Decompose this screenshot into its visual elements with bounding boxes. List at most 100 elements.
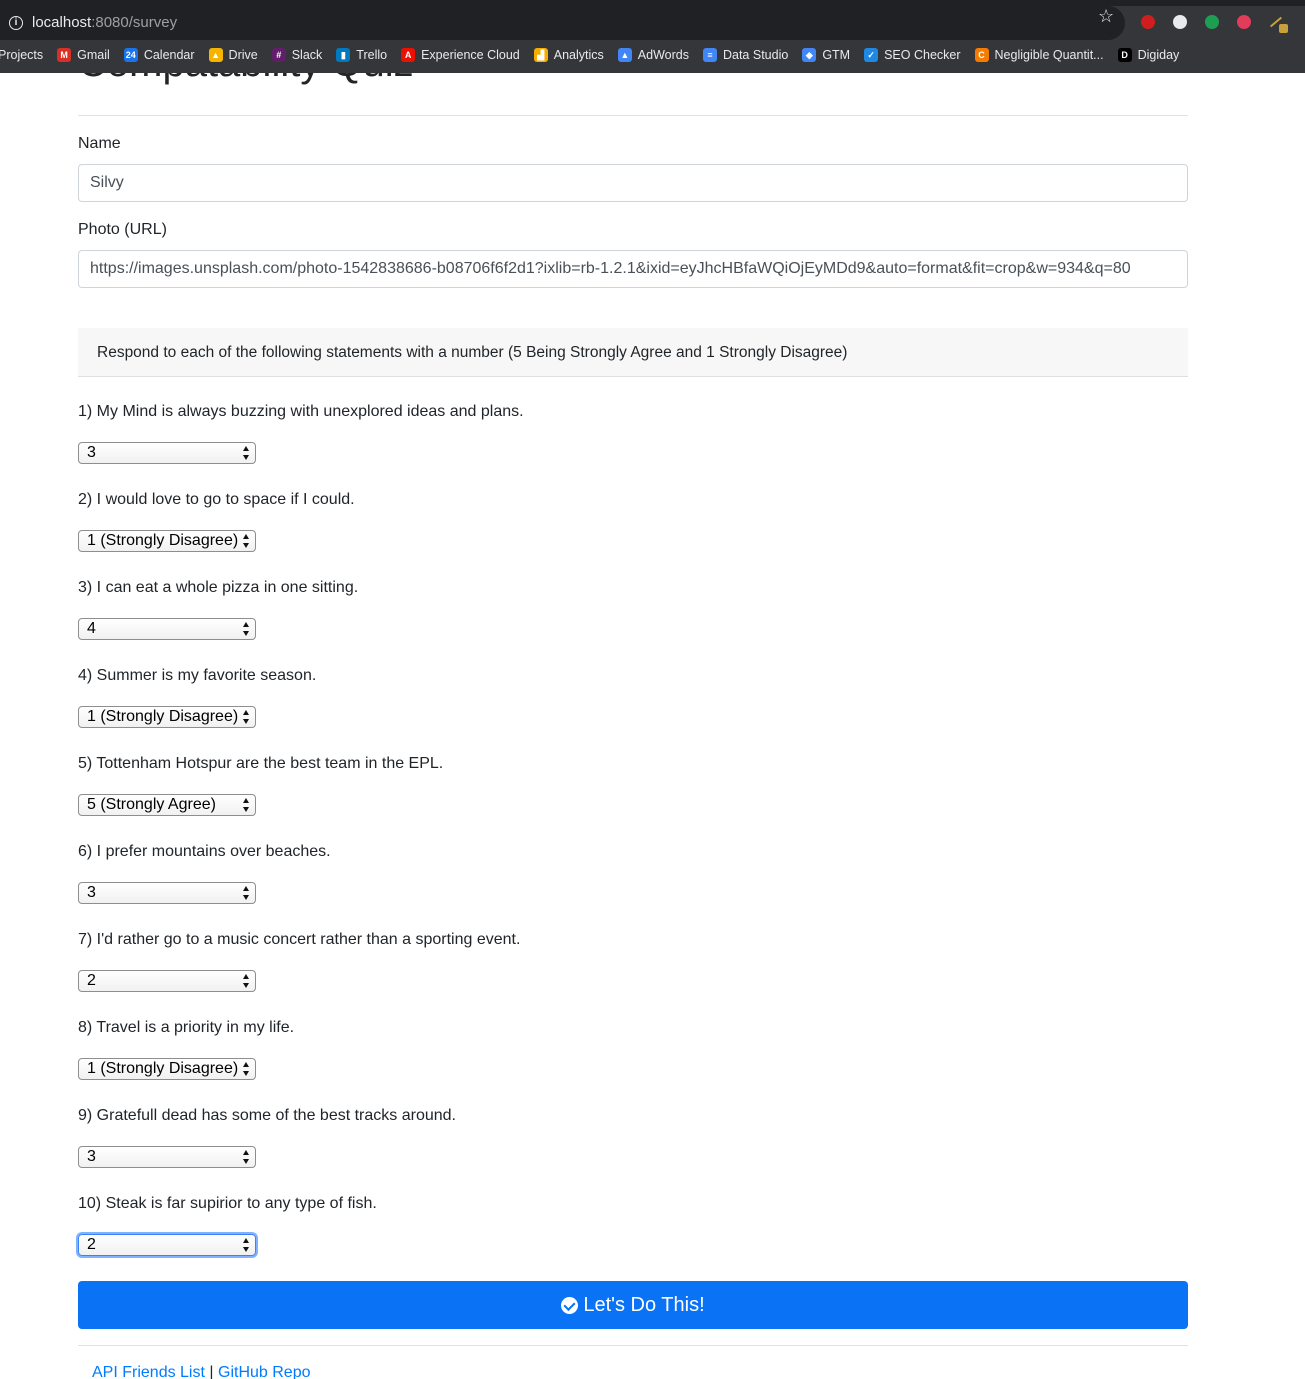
answer-value: 3: [87, 444, 96, 461]
survey-page: Compatability Quiz Name Photo (URL) Resp…: [0, 73, 1305, 1379]
bookmark-favicon-icon: ▟: [533, 48, 548, 62]
question-text: 9) Gratefull dead has some of the best t…: [78, 1107, 456, 1124]
bookmark-label: Experience Cloud: [421, 48, 520, 62]
divider: [78, 1345, 1188, 1346]
bookmark-label: GTM: [822, 48, 851, 62]
bookmark-label: Analytics: [553, 48, 604, 62]
question-text: 3) I can eat a whole pizza in one sittin…: [78, 579, 359, 596]
extension-icon[interactable]: [1205, 15, 1219, 29]
bookmark-label: AdWords: [637, 48, 689, 62]
select-arrows-icon: [243, 1062, 250, 1076]
api-friends-list-link[interactable]: API Friends List: [92, 1364, 205, 1379]
bookmarks-bar: Projects M Gmail 24 Calendar ▲ Drive # Slack ▮ Tre…: [0, 44, 1305, 66]
answer-value: 2: [87, 1236, 96, 1253]
answer-select[interactable]: 2: [78, 1234, 256, 1256]
answer-select[interactable]: 4: [78, 618, 256, 640]
bookmark-item[interactable]: ▟ Analytics: [533, 48, 604, 62]
question-text: 8) Travel is a priority in my life.: [78, 1019, 295, 1036]
bookmark-favicon-icon: M: [57, 48, 72, 62]
select-arrows-icon: [243, 446, 250, 460]
bookmark-item[interactable]: C Negligible Quantit...: [974, 48, 1104, 62]
instructions-header: Respond to each of the following stateme…: [78, 328, 1188, 377]
answer-value: 1 (Strongly Disagree): [87, 708, 239, 725]
question-text: 5) Tottenham Hotspur are the best team i…: [78, 755, 444, 772]
bookmark-item[interactable]: A Experience Cloud: [401, 48, 520, 62]
select-arrows-icon: [243, 1238, 250, 1252]
question-text: 6) I prefer mountains over beaches.: [78, 843, 331, 860]
bookmark-item[interactable]: # Slack: [271, 48, 323, 62]
answer-value: 5 (Strongly Agree): [87, 796, 216, 813]
bookmark-label: Drive: [228, 48, 258, 62]
answer-select[interactable]: 3: [78, 1146, 256, 1168]
bookmark-favicon-icon: ▲: [208, 48, 223, 62]
extension-icon[interactable]: [1237, 15, 1251, 29]
question-text: 1) My Mind is always buzzing with unexpl…: [78, 403, 524, 420]
bookmark-favicon-icon: ≡: [702, 48, 717, 62]
bookmark-item[interactable]: D Digiday: [1117, 48, 1180, 62]
question-text: 10) Steak is far supirior to any type of…: [78, 1195, 377, 1212]
browser-chrome: i localhost:8080/survey ☆ Projects M Gmail…: [0, 0, 1305, 73]
bookmark-star-icon[interactable]: ☆: [1098, 6, 1114, 27]
address-bar[interactable]: i localhost:8080/survey: [0, 6, 1125, 40]
footer-separator: |: [209, 1364, 214, 1379]
footer-links: API Friends List | GitHub Repo: [92, 1364, 311, 1379]
answer-select[interactable]: 5 (Strongly Agree): [78, 794, 256, 816]
bookmark-favicon-icon: ▲: [617, 48, 632, 62]
github-repo-link[interactable]: GitHub Repo: [218, 1364, 311, 1379]
select-arrows-icon: [243, 1150, 250, 1164]
name-input[interactable]: [78, 164, 1188, 202]
answer-select[interactable]: 2: [78, 970, 256, 992]
bookmark-item[interactable]: ▲ Drive: [208, 48, 258, 62]
answer-value: 4: [87, 620, 96, 637]
bookmark-item[interactable]: ▮ Trello: [336, 48, 387, 62]
select-arrows-icon: [243, 886, 250, 900]
url-text[interactable]: localhost:8080/survey: [32, 14, 177, 31]
question-text: 2) I would love to go to space if I coul…: [78, 491, 355, 508]
answer-select[interactable]: 1 (Strongly Disagree): [78, 530, 256, 552]
bookmark-favicon-icon: ▮: [336, 48, 351, 62]
select-arrows-icon: [243, 974, 250, 988]
bookmark-label: Digiday: [1137, 48, 1180, 62]
extension-icon[interactable]: [1269, 15, 1288, 33]
extension-icon[interactable]: [1173, 15, 1187, 29]
bookmark-favicon-icon: C: [974, 48, 989, 62]
name-label: Name: [78, 135, 121, 152]
bookmark-item[interactable]: M Gmail: [57, 48, 110, 62]
bookmark-item[interactable]: ▲ AdWords: [617, 48, 689, 62]
check-circle-icon: [561, 1296, 579, 1314]
answer-select[interactable]: 1 (Strongly Disagree): [78, 706, 256, 728]
submit-label: Let's Do This!: [583, 1293, 705, 1316]
select-arrows-icon: [243, 798, 250, 812]
bookmark-item[interactable]: ≡ Data Studio: [702, 48, 788, 62]
select-arrows-icon: [243, 622, 250, 636]
answer-value: 1 (Strongly Disagree): [87, 532, 239, 549]
bookmark-item[interactable]: Projects: [0, 48, 43, 62]
answer-select[interactable]: 3: [78, 882, 256, 904]
bookmark-label: Slack: [291, 48, 323, 62]
bookmark-favicon-icon: ✓: [864, 48, 879, 62]
bookmark-label: Trello: [356, 48, 388, 62]
answer-select[interactable]: 3: [78, 442, 256, 464]
answer-value: 2: [87, 972, 96, 989]
page-title: Compatability Quiz: [78, 73, 414, 86]
bookmark-item[interactable]: 24 Calendar: [123, 48, 195, 62]
photo-url-input[interactable]: [78, 250, 1188, 288]
answer-select[interactable]: 1 (Strongly Disagree): [78, 1058, 256, 1080]
submit-button[interactable]: Let's Do This!: [78, 1281, 1188, 1329]
answer-value: 3: [87, 1148, 96, 1165]
bookmark-item[interactable]: ◆ GTM: [802, 48, 850, 62]
question-text: 4) Summer is my favorite season.: [78, 667, 317, 684]
bookmark-label: Negligible Quantit...: [994, 48, 1104, 62]
photo-url-label: Photo (URL): [78, 221, 167, 238]
info-icon[interactable]: i: [9, 16, 23, 30]
bookmark-label: Gmail: [77, 48, 110, 62]
answer-value: 1 (Strongly Disagree): [87, 1060, 239, 1077]
bookmark-label: SEO Checker: [884, 48, 961, 62]
bookmark-favicon-icon: A: [401, 48, 416, 62]
bookmark-favicon-icon: #: [271, 48, 286, 62]
extension-icon[interactable]: [1141, 15, 1155, 29]
bookmark-item[interactable]: ✓ SEO Checker: [864, 48, 961, 62]
bookmark-favicon-icon: 24: [123, 48, 138, 62]
question-text: 7) I'd rather go to a music concert rath…: [78, 931, 521, 948]
bookmark-favicon-icon: ◆: [802, 48, 817, 62]
